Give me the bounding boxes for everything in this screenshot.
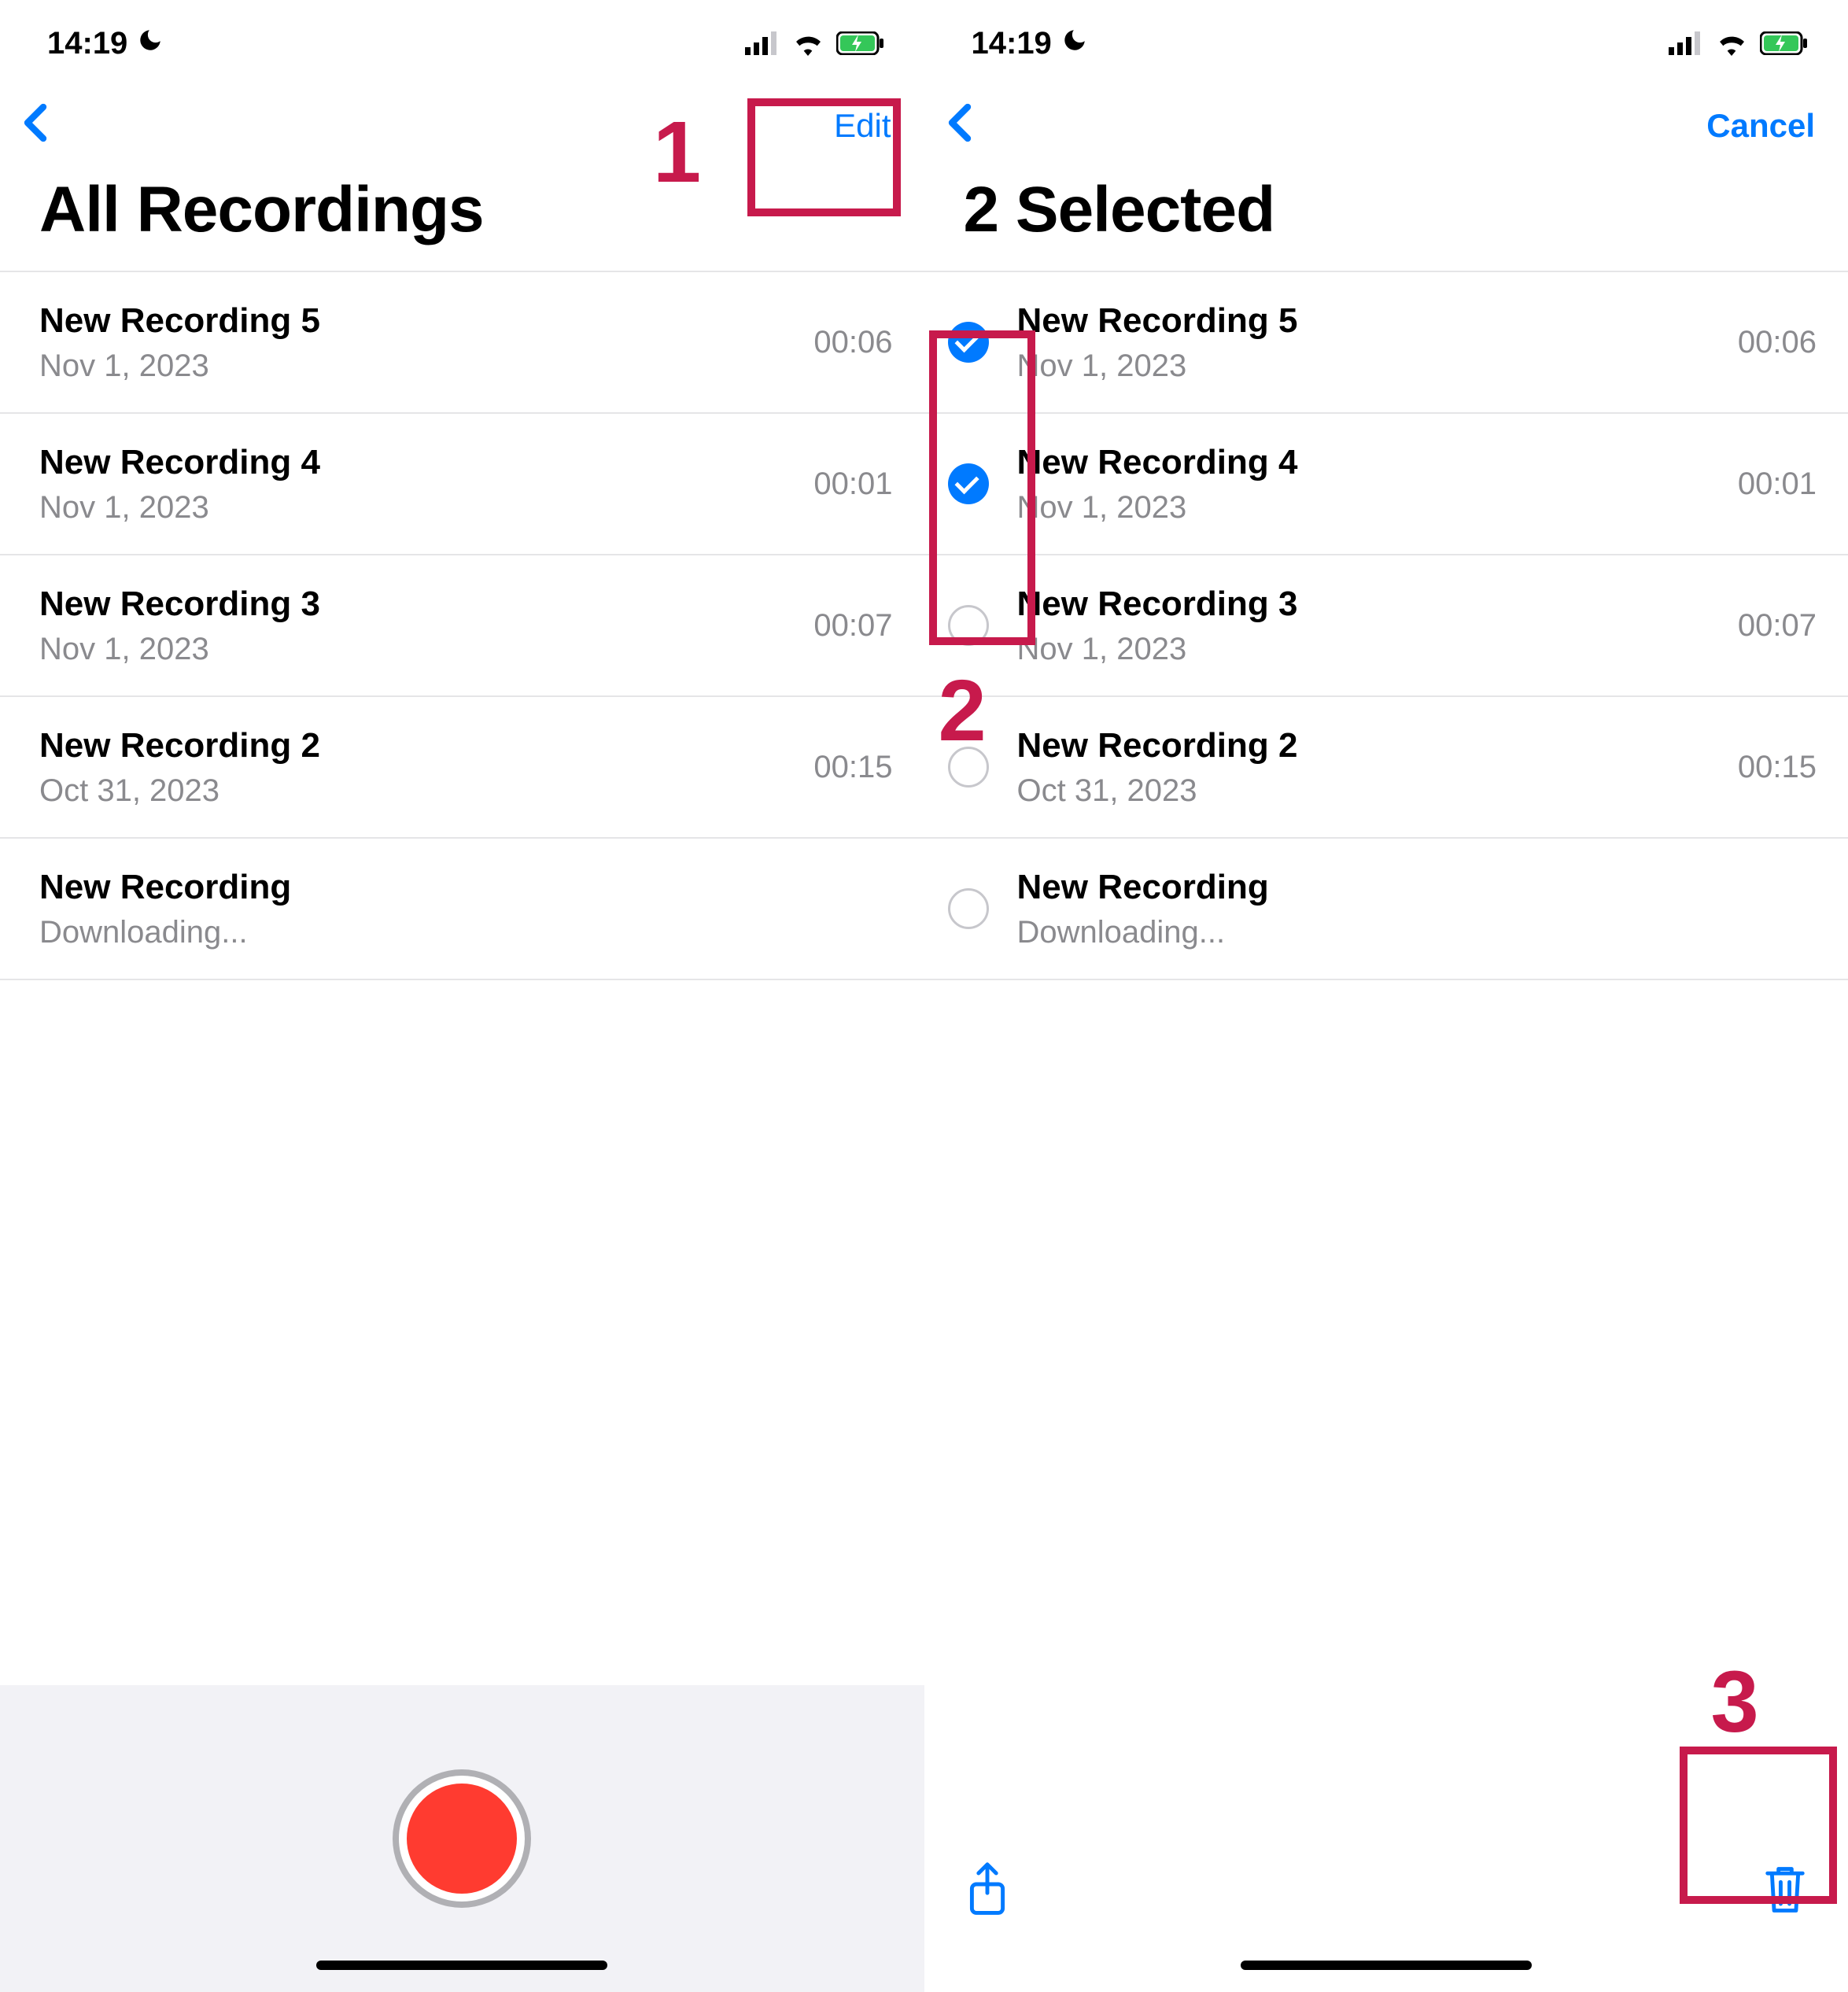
- recording-duration: 00:15: [798, 750, 892, 785]
- recording-title: New Recording: [39, 868, 877, 907]
- back-button[interactable]: [16, 99, 55, 153]
- recording-date: Nov 1, 2023: [1017, 632, 1722, 667]
- wifi-icon: [791, 31, 825, 56]
- list-item[interactable]: New Recording 3 Nov 1, 2023 00:07: [924, 555, 1848, 697]
- recording-date: Nov 1, 2023: [1017, 349, 1722, 384]
- status-time: 14:19: [47, 26, 127, 61]
- recording-status: Downloading...: [1017, 915, 1802, 950]
- home-indicator[interactable]: [316, 1961, 607, 1970]
- recordings-list: New Recording 5 Nov 1, 2023 00:06 New Rec…: [0, 271, 924, 980]
- cellular-signal-icon: [1669, 31, 1703, 55]
- list-item[interactable]: New Recording 2 Oct 31, 2023 00:15: [924, 697, 1848, 839]
- list-item[interactable]: New Recording 3 Nov 1, 2023 00:07: [0, 555, 924, 697]
- recording-duration: 00:06: [798, 325, 892, 360]
- share-button[interactable]: [964, 1862, 1011, 1917]
- recording-title: New Recording: [1017, 868, 1802, 907]
- record-button[interactable]: [399, 1776, 525, 1902]
- recording-title: New Recording 2: [39, 726, 798, 765]
- nav-bar: Edit: [0, 87, 924, 165]
- list-item[interactable]: New Recording 2 Oct 31, 2023 00:15: [0, 697, 924, 839]
- status-time: 14:19: [972, 26, 1052, 61]
- battery-charging-icon: [836, 31, 885, 55]
- wifi-icon: [1714, 31, 1749, 56]
- screen-all-recordings: 14:19 Edit All Recordings New Recording …: [0, 0, 924, 1992]
- page-title: 2 Selected: [924, 165, 1848, 271]
- recording-duration: 00:07: [798, 608, 892, 644]
- recording-date: Nov 1, 2023: [39, 632, 798, 667]
- list-item[interactable]: New Recording Downloading...: [0, 839, 924, 980]
- recording-date: Oct 31, 2023: [1017, 773, 1722, 809]
- recording-title: New Recording 5: [39, 301, 798, 341]
- selection-checkbox[interactable]: [948, 463, 989, 504]
- cancel-button[interactable]: Cancel: [1697, 102, 1824, 149]
- home-indicator[interactable]: [1241, 1961, 1532, 1970]
- cellular-signal-icon: [745, 31, 780, 55]
- recording-duration: 00:01: [1722, 467, 1817, 502]
- recording-date: Nov 1, 2023: [39, 490, 798, 526]
- status-bar: 14:19: [0, 0, 924, 87]
- recording-title: New Recording 2: [1017, 726, 1722, 765]
- recordings-list-edit: New Recording 5 Nov 1, 2023 00:06 New Rec…: [924, 271, 1848, 980]
- selection-checkbox[interactable]: [948, 605, 989, 646]
- recording-status: Downloading...: [39, 915, 877, 950]
- list-item[interactable]: New Recording 5 Nov 1, 2023 00:06: [924, 272, 1848, 414]
- annotation-number-3: 3: [1711, 1652, 1759, 1752]
- recording-duration: 00:06: [1722, 325, 1817, 360]
- list-item[interactable]: New Recording 5 Nov 1, 2023 00:06: [0, 272, 924, 414]
- recording-date: Nov 1, 2023: [1017, 490, 1722, 526]
- recording-date: Oct 31, 2023: [39, 773, 798, 809]
- recording-duration: 00:01: [798, 467, 892, 502]
- list-item[interactable]: New Recording 4 Nov 1, 2023 00:01: [924, 414, 1848, 555]
- edit-button[interactable]: Edit: [824, 102, 900, 149]
- page-title: All Recordings: [0, 165, 924, 271]
- selection-checkbox[interactable]: [948, 888, 989, 929]
- battery-charging-icon: [1760, 31, 1809, 55]
- moon-icon: [137, 27, 164, 61]
- recording-title: New Recording 3: [39, 585, 798, 624]
- moon-icon: [1061, 27, 1088, 61]
- status-bar: 14:19: [924, 0, 1848, 87]
- screen-selection-mode: 14:19 Cancel 2 Selected New Recording: [924, 0, 1848, 1992]
- recording-title: New Recording 3: [1017, 585, 1722, 624]
- selection-checkbox[interactable]: [948, 322, 989, 363]
- recording-title: New Recording 5: [1017, 301, 1722, 341]
- list-item[interactable]: New Recording 4 Nov 1, 2023 00:01: [0, 414, 924, 555]
- selection-checkbox[interactable]: [948, 747, 989, 788]
- recording-duration: 00:07: [1722, 608, 1817, 644]
- nav-bar: Cancel: [924, 87, 1848, 165]
- delete-button[interactable]: [1761, 1862, 1809, 1917]
- recording-title: New Recording 4: [1017, 443, 1722, 482]
- selection-toolbar: [924, 1819, 1848, 1992]
- back-button[interactable]: [940, 99, 979, 153]
- record-toolbar: [0, 1685, 924, 1992]
- recording-duration: 00:15: [1722, 750, 1817, 785]
- recording-title: New Recording 4: [39, 443, 798, 482]
- recording-date: Nov 1, 2023: [39, 349, 798, 384]
- list-item[interactable]: New Recording Downloading...: [924, 839, 1848, 980]
